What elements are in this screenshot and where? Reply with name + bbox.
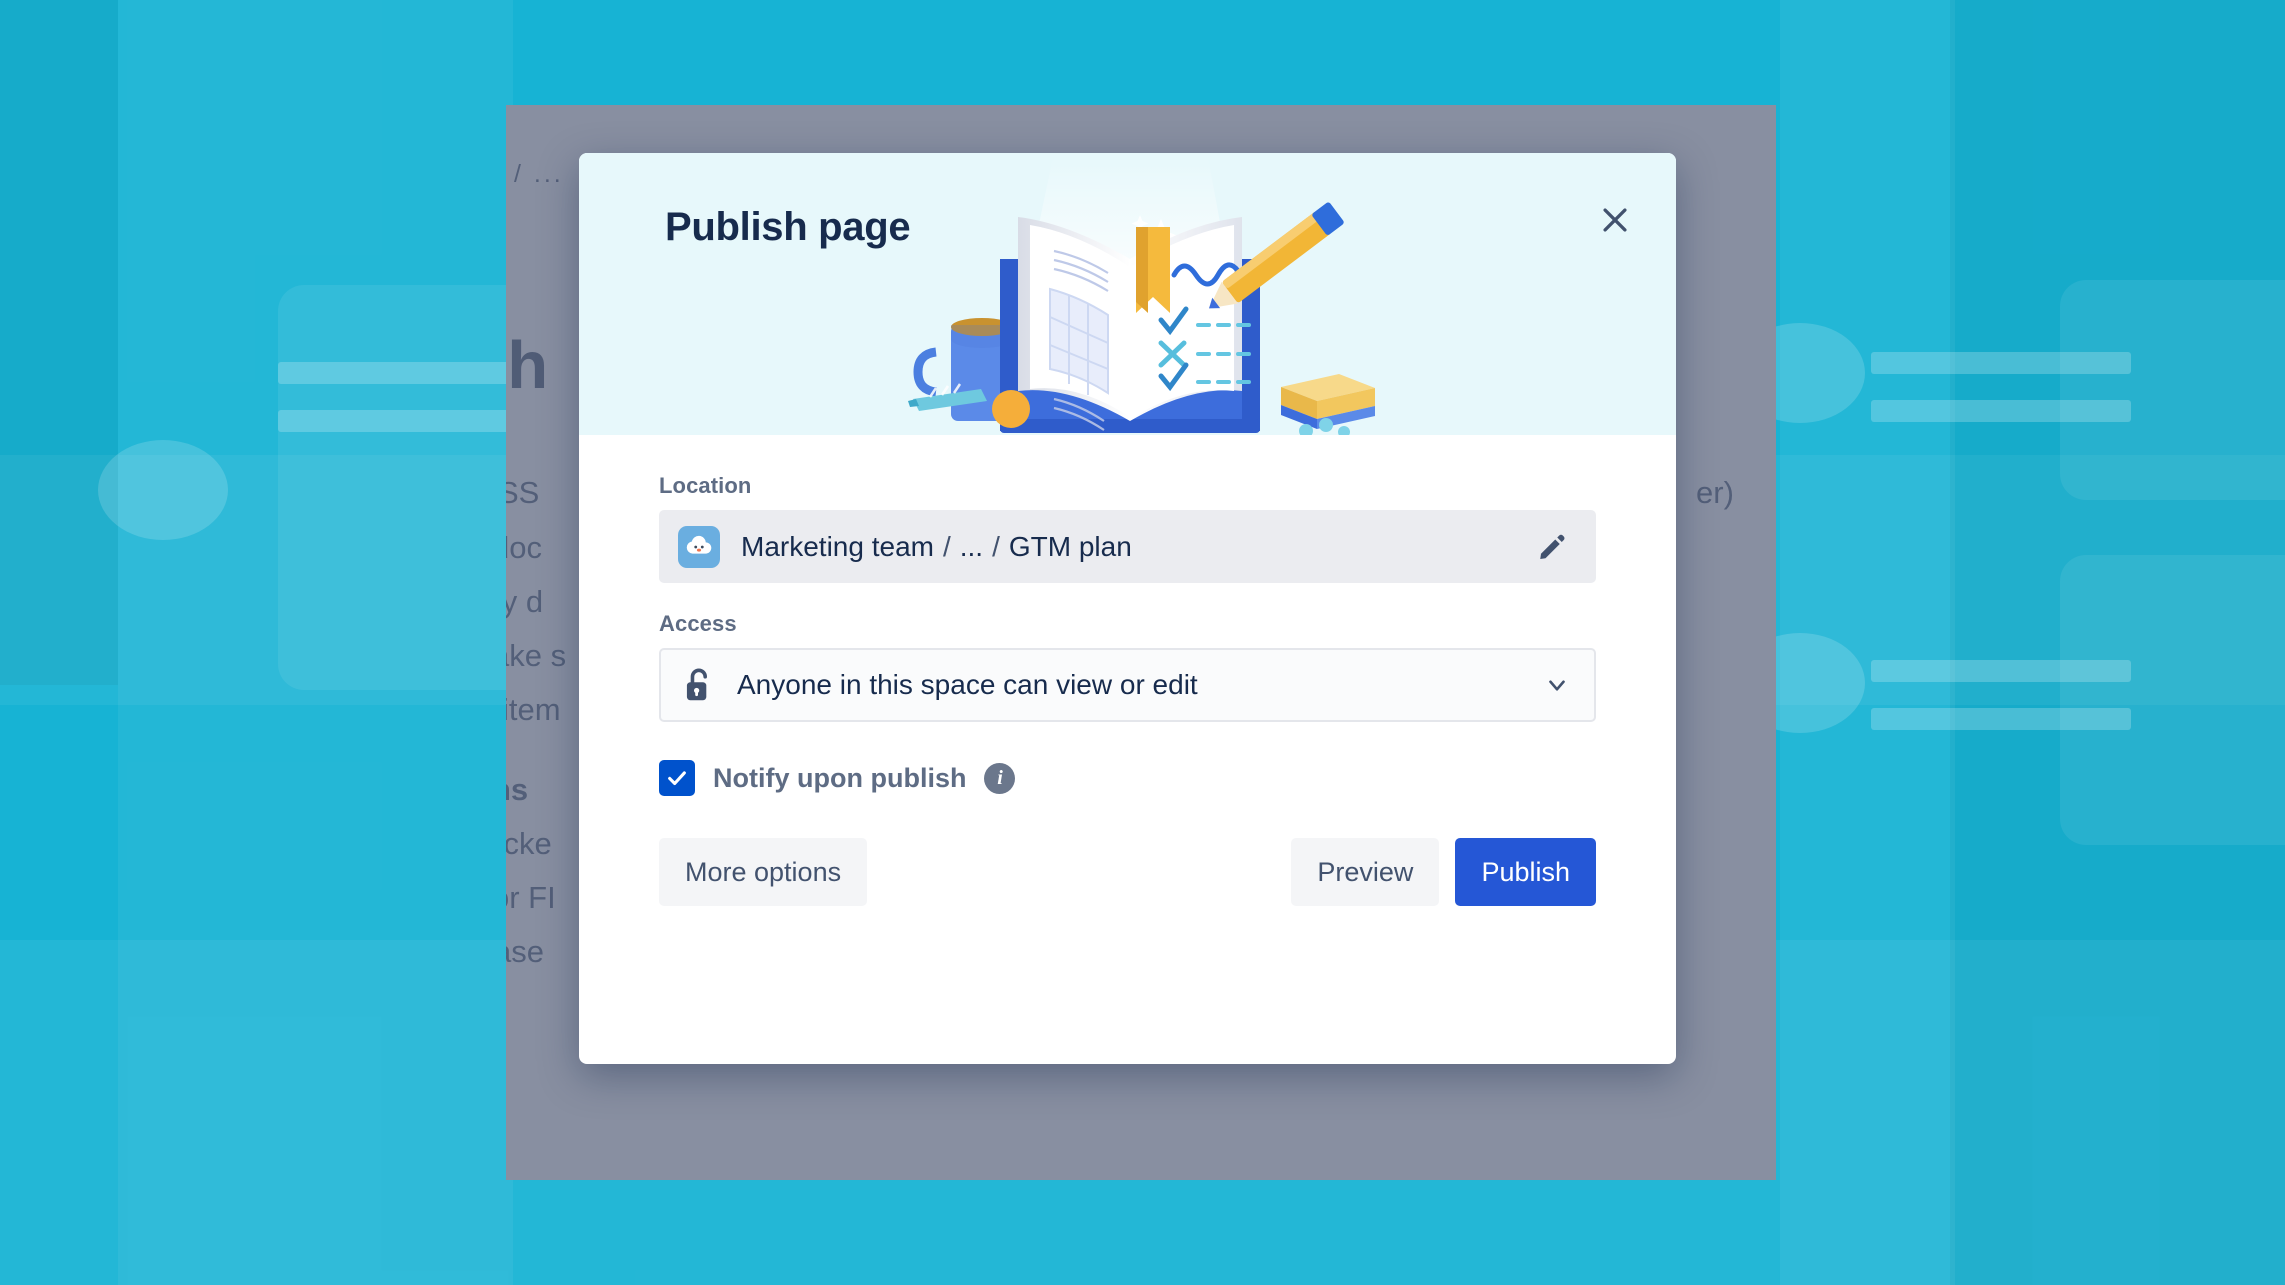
info-icon[interactable]: i (984, 762, 1016, 794)
unlocked-padlock-icon (681, 667, 715, 703)
backdrop-card (2060, 555, 2285, 845)
chevron-down-icon[interactable] (1544, 672, 1570, 698)
close-icon[interactable] (1586, 191, 1644, 249)
checkmark-icon (666, 767, 688, 789)
location-separator: / (992, 530, 1000, 562)
location-separator: / (942, 530, 951, 562)
open-book-with-pencil-illustration (907, 157, 1375, 435)
more-options-button[interactable]: More options (659, 838, 868, 906)
cloud-mascot-avatar-icon (678, 525, 720, 568)
backdrop-card (2060, 280, 2285, 500)
location-label: Location (659, 473, 752, 498)
publish-page-dialog: Publish page Location Marketing team / .… (579, 153, 1676, 1064)
pencil-icon[interactable] (1530, 525, 1574, 569)
access-label: Access (659, 611, 737, 636)
backdrop-line (1871, 352, 2131, 374)
preview-button[interactable]: Preview (1291, 838, 1440, 906)
notify-label[interactable]: Notify upon publish (713, 763, 966, 794)
dialog-body: Location Marketing team/.../GTM plan (579, 435, 1676, 906)
access-selected-value: Anyone in this space can view or edit (737, 669, 1198, 700)
notify-checkbox[interactable] (659, 760, 695, 796)
footer-primary-actions: Preview Publish (1291, 838, 1596, 906)
backdrop-ellipse (98, 440, 228, 540)
dialog-footer: More options Preview Publish (659, 838, 1596, 906)
backdrop-line (1871, 400, 2131, 422)
location-page-name: GTM plan (1008, 530, 1132, 562)
access-select[interactable]: Anyone in this space can view or edit (659, 648, 1596, 722)
publish-button[interactable]: Publish (1455, 838, 1596, 906)
location-space-name: Marketing team (741, 530, 934, 562)
backdrop-line (1871, 708, 2131, 730)
backdrop-line (1871, 660, 2131, 682)
location-breadcrumb: Marketing team /... / GTM plan (741, 531, 1530, 563)
location-ellipsis: ... (959, 530, 984, 562)
location-field[interactable]: Marketing team /... / GTM plan (659, 510, 1596, 583)
dialog-title: Publish page (665, 205, 911, 249)
dialog-header: Publish page (579, 153, 1676, 435)
notify-upon-publish-row: Notify upon publish i (659, 760, 1596, 796)
